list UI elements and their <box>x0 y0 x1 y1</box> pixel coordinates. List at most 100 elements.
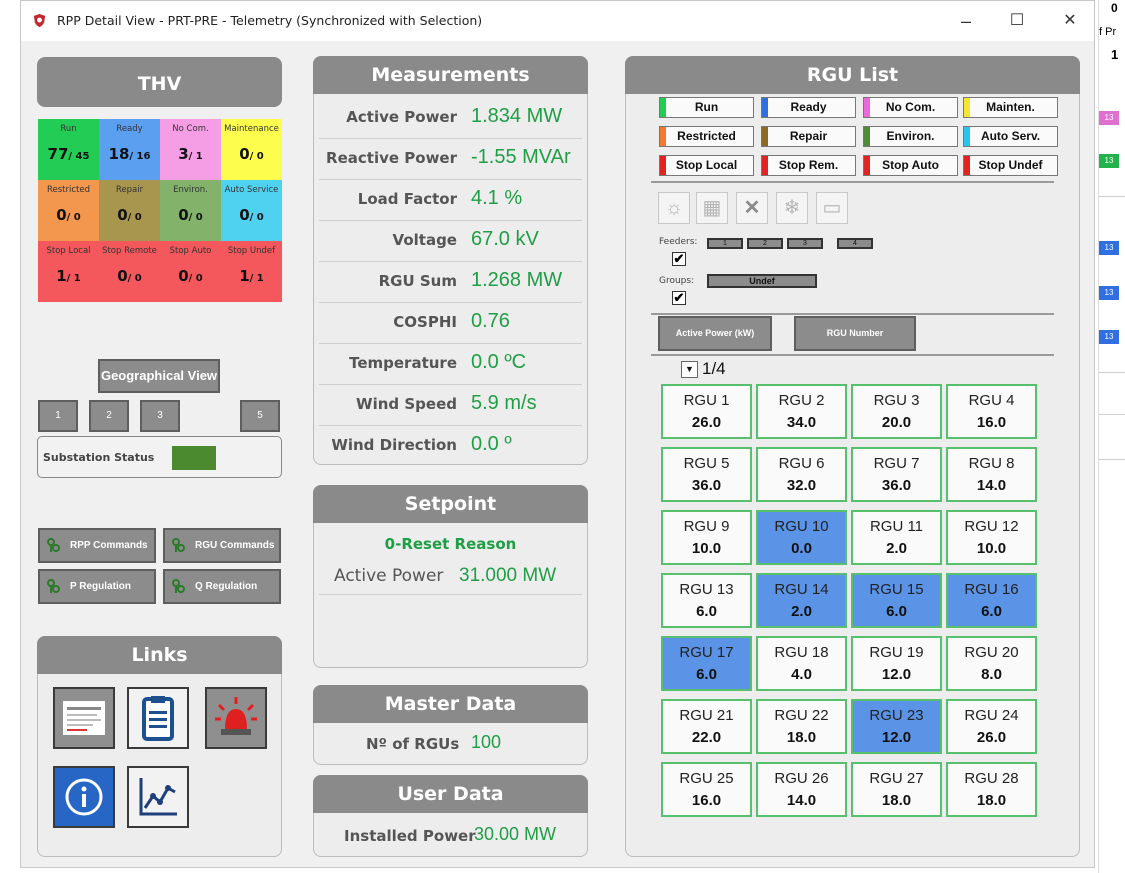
rgu-tile[interactable]: RGU 2 34.0 <box>756 384 847 439</box>
thv-cell[interactable]: Maintenance 0/ 0 <box>221 119 282 180</box>
thv-cell[interactable]: Auto Service 0/ 0 <box>221 180 282 241</box>
title-bar[interactable]: RPP Detail View - PRT-PRE - Telemetry (S… <box>21 1 1094 41</box>
legend-label: Run <box>694 100 719 114</box>
legend-filter-button[interactable]: Environ. <box>863 126 958 147</box>
cabinet-icon[interactable]: ▦ <box>696 192 728 224</box>
substation-status-label: Substation Status <box>43 451 155 464</box>
alarm-siren-icon[interactable] <box>205 687 267 749</box>
background-divider <box>1099 372 1125 373</box>
beacon-icon[interactable]: ☼ <box>658 192 690 224</box>
rgu-tile[interactable]: RGU 4 16.0 <box>946 384 1037 439</box>
rgu-tile[interactable]: RGU 13 6.0 <box>661 573 752 628</box>
display-icon[interactable]: ▭ <box>816 192 848 224</box>
legend-filter-button[interactable]: Stop Undef <box>963 155 1058 176</box>
rgu-tile[interactable]: RGU 28 18.0 <box>946 762 1037 817</box>
legend-filter-button[interactable]: Mainten. <box>963 97 1058 118</box>
rgu-tile[interactable]: RGU 20 8.0 <box>946 636 1037 691</box>
thv-cell[interactable]: Stop Local 1/ 1 <box>38 241 99 302</box>
view-2-button[interactable]: 2 <box>89 400 129 432</box>
view-3-button[interactable]: 3 <box>140 400 180 432</box>
maximize-button[interactable]: ☐ <box>997 7 1037 35</box>
x-icon[interactable]: ✕ <box>736 192 768 224</box>
feeder-1-button[interactable]: 1 <box>707 238 743 249</box>
thv-cell[interactable]: Environ. 0/ 0 <box>160 180 221 241</box>
sort-active-power-button[interactable]: Active Power (kW) <box>658 316 772 351</box>
rgu-tile[interactable]: RGU 26 14.0 <box>756 762 847 817</box>
p-regulation-button[interactable]: P Regulation <box>38 569 156 604</box>
rgu-tile[interactable]: RGU 8 14.0 <box>946 447 1037 502</box>
info-icon[interactable] <box>53 766 115 828</box>
minimize-button[interactable]: – <box>946 7 986 35</box>
rgu-tile[interactable]: RGU 15 6.0 <box>851 573 942 628</box>
legend-filter-button[interactable]: Stop Rem. <box>761 155 856 176</box>
rgu-tile[interactable]: RGU 10 0.0 <box>756 510 847 565</box>
rgu-tile[interactable]: RGU 23 12.0 <box>851 699 942 754</box>
rgu-tile[interactable]: RGU 7 36.0 <box>851 447 942 502</box>
rgu-tile[interactable]: RGU 16 6.0 <box>946 573 1037 628</box>
rgu-tile[interactable]: RGU 9 10.0 <box>661 510 752 565</box>
thv-cell[interactable]: Stop Remote 0/ 0 <box>99 241 160 302</box>
rgu-tile[interactable]: RGU 5 36.0 <box>661 447 752 502</box>
rgu-tile[interactable]: RGU 27 18.0 <box>851 762 942 817</box>
q-regulation-button[interactable]: Q Regulation <box>163 569 281 604</box>
rgu-tile[interactable]: RGU 18 4.0 <box>756 636 847 691</box>
rgu-tile-name: RGU 20 <box>964 644 1019 661</box>
rgu-tile[interactable]: RGU 21 22.0 <box>661 699 752 754</box>
rgu-tile[interactable]: RGU 12 10.0 <box>946 510 1037 565</box>
view-1-button[interactable]: 1 <box>38 400 78 432</box>
page-selector[interactable]: ▼ 1/4 <box>681 359 726 379</box>
thv-cell[interactable]: Restricted 0/ 0 <box>38 180 99 241</box>
measurement-label: Reactive Power <box>326 149 457 167</box>
feeder-4-button[interactable]: 4 <box>837 238 873 249</box>
thv-cell[interactable]: Run 77/ 45 <box>38 119 99 180</box>
rgu-tile[interactable]: RGU 22 18.0 <box>756 699 847 754</box>
legend-swatch <box>964 98 970 117</box>
legend-filter-button[interactable]: No Com. <box>863 97 958 118</box>
legend-filter-button[interactable]: Run <box>659 97 754 118</box>
legend-filter-button[interactable]: Stop Local <box>659 155 754 176</box>
background-badge: 13 <box>1099 286 1119 300</box>
close-button[interactable]: ✕ <box>1050 7 1090 35</box>
page-dropdown-icon[interactable]: ▼ <box>681 361 698 378</box>
legend-filter-button[interactable]: Auto Serv. <box>963 126 1058 147</box>
thv-cell[interactable]: Stop Auto 0/ 0 <box>160 241 221 302</box>
feeder-2-button[interactable]: 2 <box>747 238 783 249</box>
feeders-checkbox[interactable]: ✔ <box>672 252 686 266</box>
rpp-commands-button[interactable]: RPP Commands <box>38 528 156 563</box>
thv-cell-label: Stop Auto <box>169 246 212 256</box>
rgu-tile[interactable]: RGU 17 6.0 <box>661 636 752 691</box>
legend-filter-button[interactable]: Stop Auto <box>863 155 958 176</box>
rgu-tile[interactable]: RGU 24 26.0 <box>946 699 1037 754</box>
thv-cell[interactable]: Ready 18/ 16 <box>99 119 160 180</box>
rgu-tile-name: RGU 6 <box>778 455 825 472</box>
rgu-tile[interactable]: RGU 6 32.0 <box>756 447 847 502</box>
thv-cell[interactable]: No Com. 3/ 1 <box>160 119 221 180</box>
thv-cell-sub: 45 <box>75 151 90 162</box>
sort-rgu-number-button[interactable]: RGU Number <box>794 316 916 351</box>
report-icon[interactable] <box>53 687 115 749</box>
legend-filter-button[interactable]: Repair <box>761 126 856 147</box>
rgu-tile[interactable]: RGU 19 12.0 <box>851 636 942 691</box>
legend-swatch <box>864 98 870 117</box>
clipboard-icon[interactable] <box>127 687 189 749</box>
substation-status: Substation Status <box>37 436 282 478</box>
rgu-commands-button[interactable]: RGU Commands <box>163 528 281 563</box>
rgu-tile[interactable]: RGU 3 20.0 <box>851 384 942 439</box>
feeder-3-button[interactable]: 3 <box>787 238 823 249</box>
feeders-label: Feeders: <box>659 237 698 247</box>
legend-filter-button[interactable]: Restricted <box>659 126 754 147</box>
rgu-tile[interactable]: RGU 14 2.0 <box>756 573 847 628</box>
view-5-button[interactable]: 5 <box>240 400 280 432</box>
thv-cell-label: Auto Service <box>224 185 279 195</box>
geographical-view-button[interactable]: Geographical View <box>98 359 220 393</box>
legend-filter-button[interactable]: Ready <box>761 97 856 118</box>
rgu-tile[interactable]: RGU 11 2.0 <box>851 510 942 565</box>
groups-checkbox[interactable]: ✔ <box>672 291 686 305</box>
snowflake-icon[interactable]: ❄ <box>776 192 808 224</box>
thv-cell[interactable]: Stop Undef 1/ 1 <box>221 241 282 302</box>
rgu-tile[interactable]: RGU 1 26.0 <box>661 384 752 439</box>
trend-chart-icon[interactable] <box>127 766 189 828</box>
groups-selector[interactable]: Undef <box>707 274 817 288</box>
rgu-tile[interactable]: RGU 25 16.0 <box>661 762 752 817</box>
thv-cell[interactable]: Repair 0/ 0 <box>99 180 160 241</box>
